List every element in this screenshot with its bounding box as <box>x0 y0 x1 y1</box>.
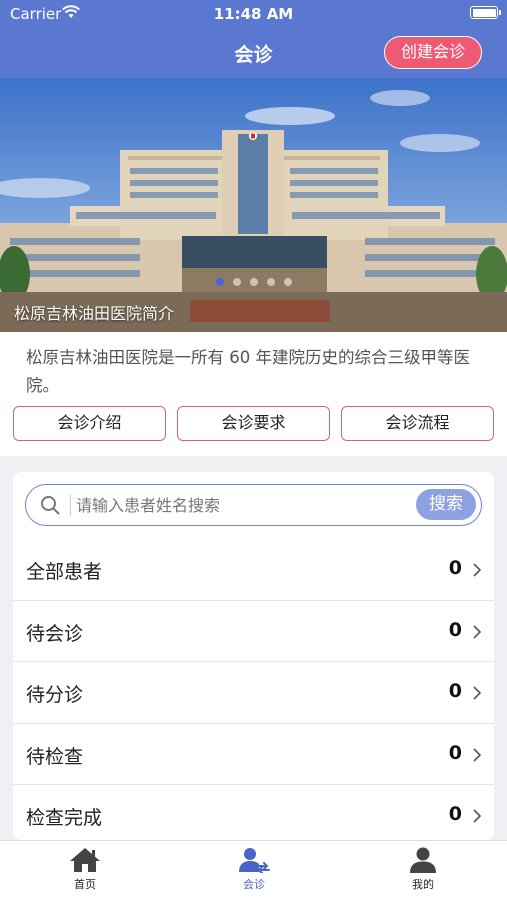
tab-label: 首页 <box>74 878 96 891</box>
chevron-right-icon <box>473 809 481 823</box>
chevron-right-icon <box>473 563 481 577</box>
list-item-label: 待检查 <box>26 745 84 768</box>
create-consultation-button[interactable]: 创建会诊 <box>384 36 482 69</box>
carousel-dot[interactable] <box>216 278 224 286</box>
list-item-label: 待分诊 <box>26 684 84 706</box>
tab-consultation[interactable]: 会诊 <box>194 847 314 897</box>
hospital-intro: 松原吉林油田医院是一所有 60 年建院历史的综合三级甲等医院。 会诊介绍 会诊要… <box>0 332 507 456</box>
consult-icon <box>239 848 270 873</box>
user-icon <box>410 847 436 873</box>
clock: 11:48 AM <box>213 5 294 23</box>
list-item-pending-consultation[interactable]: 待会诊 0 <box>13 601 494 662</box>
carousel-indicator[interactable] <box>210 278 296 286</box>
hospital-banner[interactable]: 松原吉林油田医院简介 <box>0 78 507 332</box>
battery-icon <box>470 6 501 19</box>
chevron-right-icon <box>473 747 481 762</box>
list-item-label: 检查完成 <box>26 807 103 829</box>
list-item-count: 0 <box>448 803 462 825</box>
tab-bar: 首页 会诊 我的 <box>0 840 507 900</box>
list-item-count: 0 <box>448 741 462 764</box>
list-item-label: 待会诊 <box>26 622 84 645</box>
search-bar: 搜索 <box>25 484 482 526</box>
search-icon <box>41 496 60 515</box>
consultation-process-button[interactable]: 会诊流程 <box>341 406 494 441</box>
status-bar: Carrier 11:48 AM <box>0 0 507 28</box>
header: Carrier 11:48 AM 会诊 创建会诊 <box>0 0 507 78</box>
banner-caption: 松原吉林油田医院简介 <box>14 304 175 323</box>
tab-label: 我的 <box>412 878 434 891</box>
patient-card: 搜索 全部患者 0 待会诊 0 待分诊 0 待检查 0 检查完成 0 <box>13 472 494 840</box>
search-divider <box>70 494 71 516</box>
tab-home[interactable]: 首页 <box>25 847 145 897</box>
search-input[interactable] <box>76 491 406 519</box>
tab-mine[interactable]: 我的 <box>363 847 483 897</box>
carousel-dot[interactable] <box>233 278 241 286</box>
list-item-count: 0 <box>448 618 462 641</box>
home-icon <box>70 848 100 872</box>
list-item-count: 0 <box>448 680 462 702</box>
intro-text: 松原吉林油田医院是一所有 60 年建院历史的综合三级甲等医院。 <box>26 348 470 395</box>
carousel-dot[interactable] <box>267 278 275 286</box>
chevron-right-icon <box>473 686 481 700</box>
search-button[interactable]: 搜索 <box>416 489 476 520</box>
chevron-right-icon <box>473 624 481 639</box>
list-item-pending-examination[interactable]: 待检查 0 <box>13 724 494 785</box>
list-item-examination-complete[interactable]: 检查完成 0 <box>13 785 494 840</box>
carousel-dot[interactable] <box>284 278 292 286</box>
list-item-pending-triage[interactable]: 待分诊 0 <box>13 662 494 724</box>
patient-status-list: 全部患者 0 待会诊 0 待分诊 0 待检查 0 检查完成 0 <box>13 539 494 840</box>
consultation-intro-button[interactable]: 会诊介绍 <box>13 406 166 441</box>
hospital-photo <box>0 78 507 332</box>
list-item-all-patients[interactable]: 全部患者 0 <box>13 539 494 601</box>
list-item-label: 全部患者 <box>26 561 103 583</box>
consultation-requirements-button[interactable]: 会诊要求 <box>177 406 330 441</box>
tab-label: 会诊 <box>243 878 265 891</box>
list-item-count: 0 <box>448 557 462 579</box>
carousel-dot[interactable] <box>250 278 258 286</box>
